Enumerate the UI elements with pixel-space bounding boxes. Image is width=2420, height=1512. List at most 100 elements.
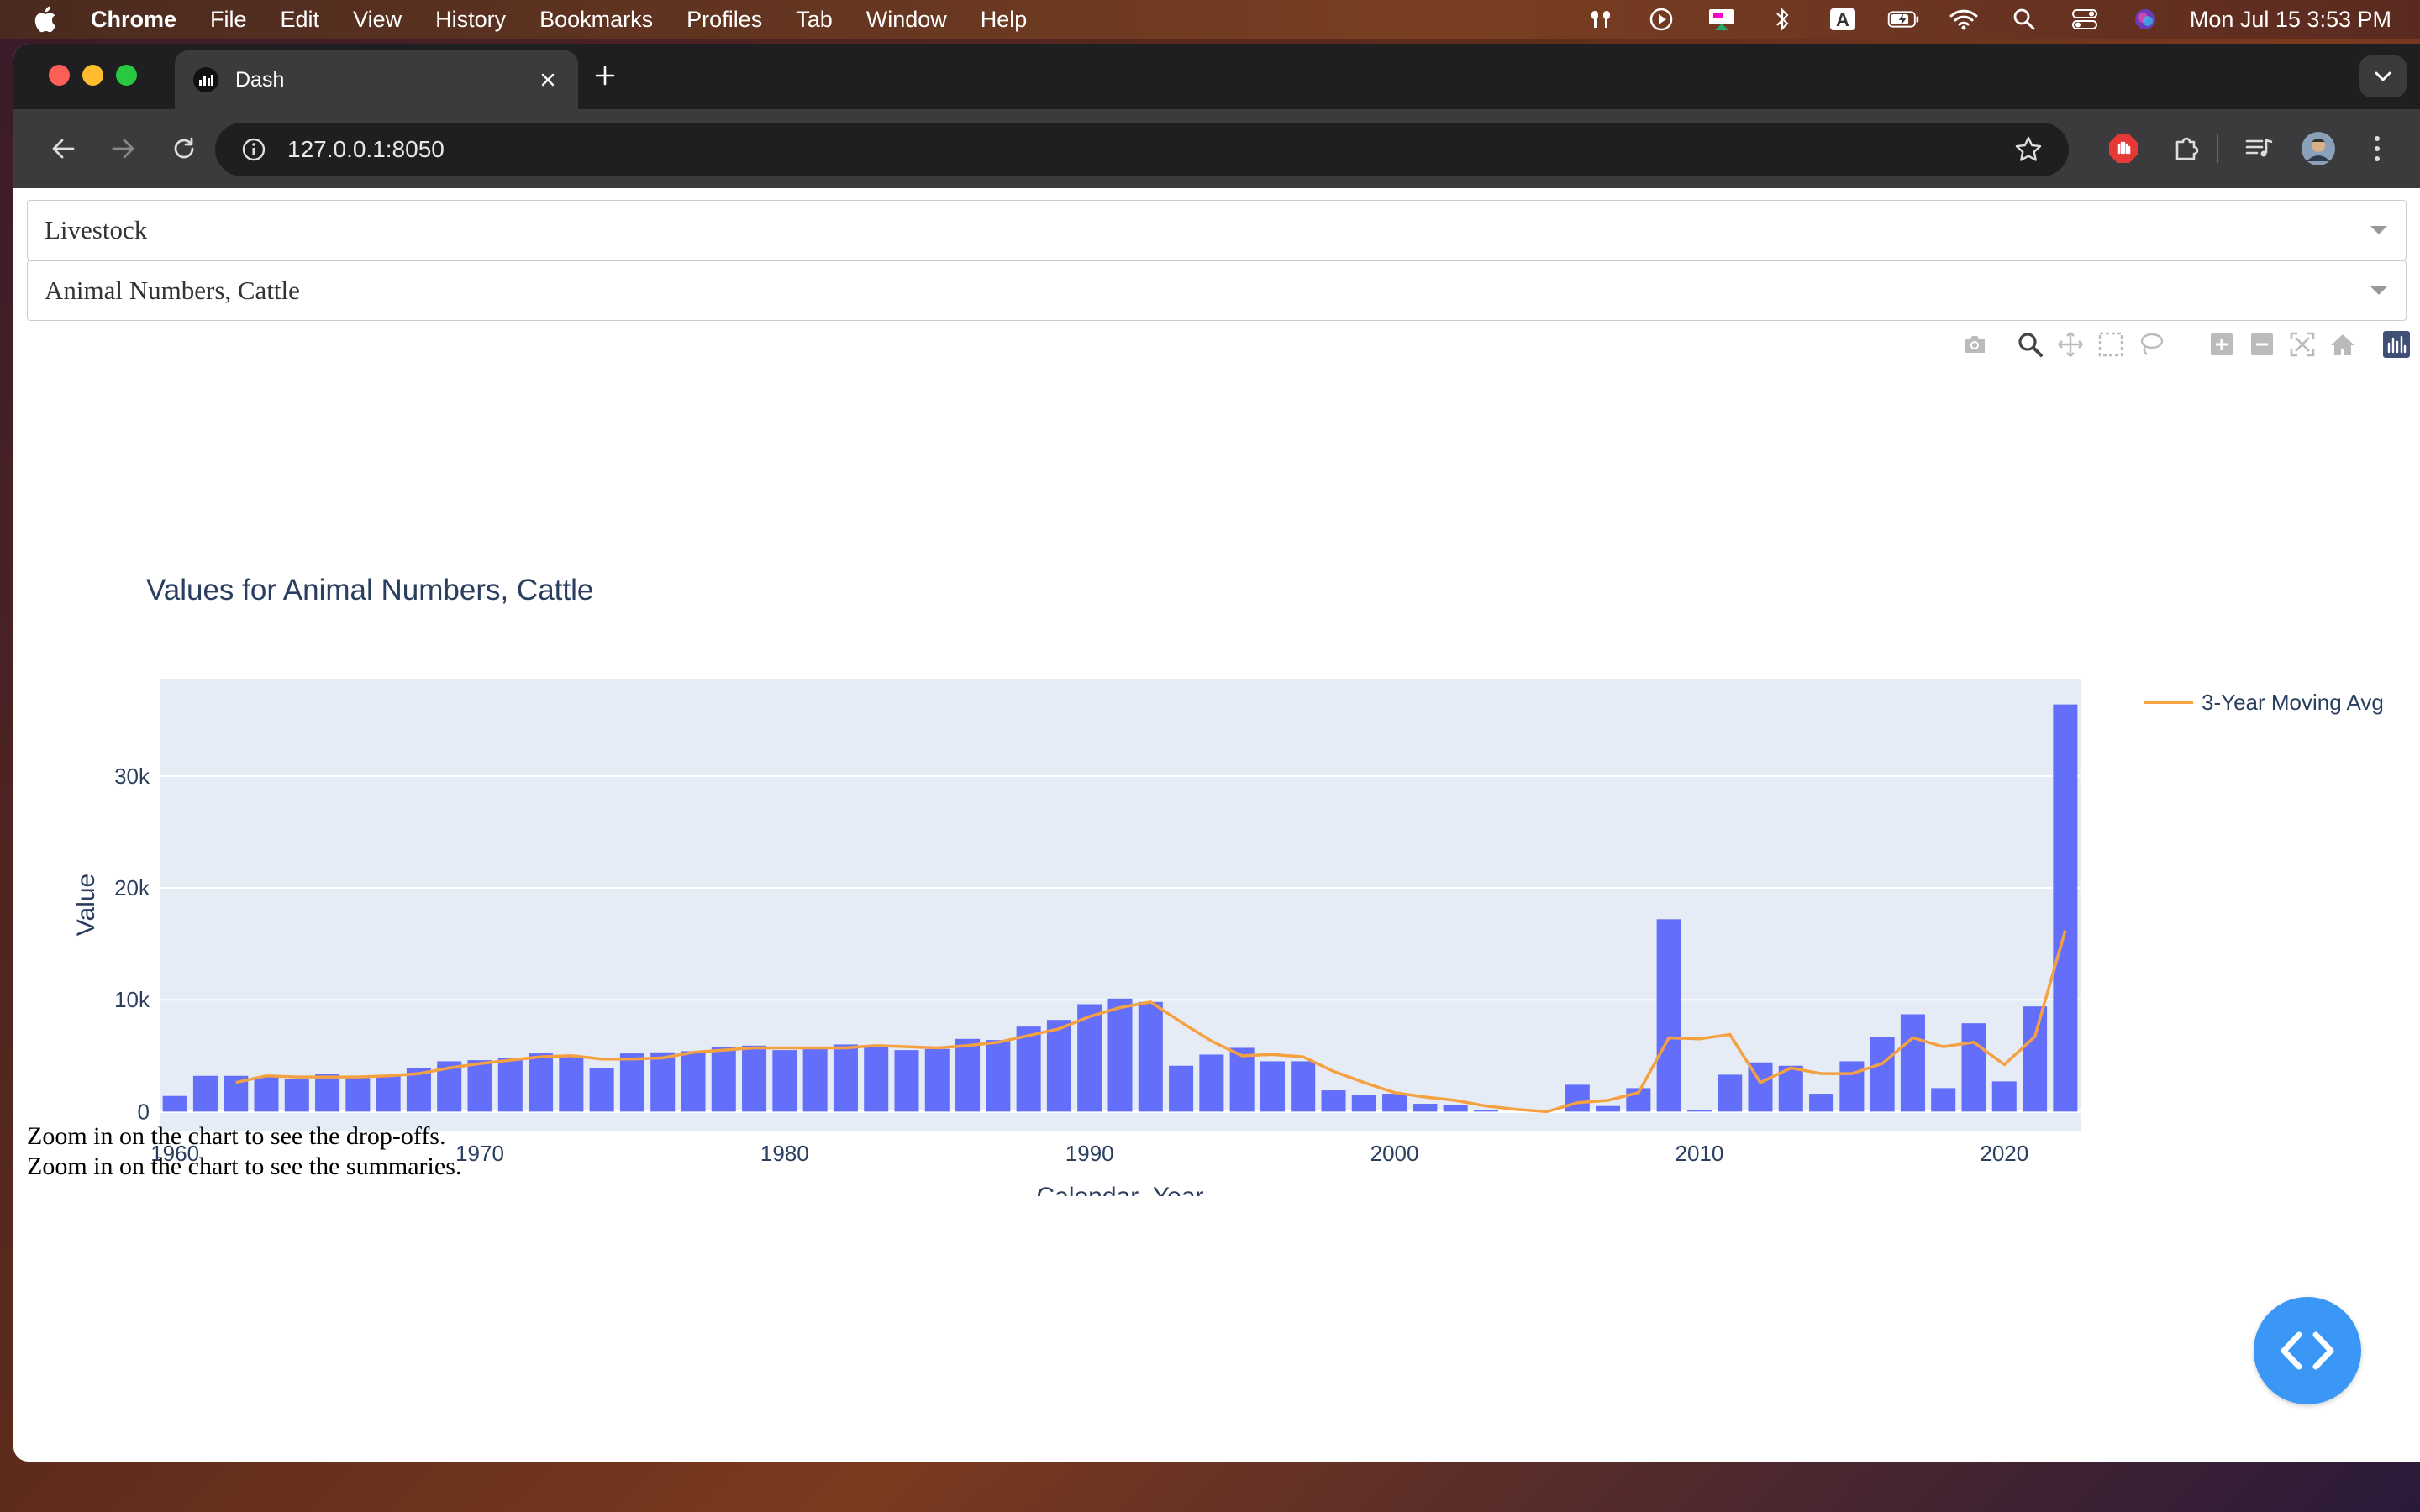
plotly-logo-icon[interactable]: [2381, 329, 2412, 360]
zoom-icon[interactable]: [2015, 329, 2045, 360]
bar-2021[interactable]: [2023, 1006, 2048, 1112]
bar-1960[interactable]: [162, 1095, 187, 1112]
bar-1966[interactable]: [345, 1078, 371, 1112]
reload-icon[interactable]: [163, 128, 205, 170]
tab-search-chevron-down-icon[interactable]: [2360, 55, 2407, 97]
bar-1999[interactable]: [1351, 1095, 1376, 1112]
bookmark-star-icon[interactable]: [2010, 131, 2047, 168]
tab-dash[interactable]: Dash: [175, 50, 578, 109]
bar-1981[interactable]: [802, 1047, 828, 1112]
bar-1984[interactable]: [894, 1050, 919, 1112]
bar-1961[interactable]: [192, 1075, 218, 1112]
bar-1989[interactable]: [1046, 1020, 1071, 1112]
bar-2002[interactable]: [1443, 1105, 1468, 1112]
bar-1995[interactable]: [1229, 1047, 1255, 1112]
zoom-in-icon[interactable]: [2207, 329, 2237, 360]
bar-2018[interactable]: [1931, 1088, 1956, 1112]
bar-1994[interactable]: [1199, 1054, 1224, 1112]
screen-mirror-icon[interactable]: [1706, 7, 1738, 32]
bar-2020[interactable]: [1991, 1081, 2017, 1112]
menu-window[interactable]: Window: [866, 7, 947, 33]
url-text[interactable]: 127.0.0.1:8050: [287, 136, 2010, 163]
new-tab-icon[interactable]: [587, 57, 623, 94]
menu-tab[interactable]: Tab: [796, 7, 833, 33]
menu-help[interactable]: Help: [981, 7, 1028, 33]
bar-2014[interactable]: [1809, 1094, 1834, 1112]
bar-2017[interactable]: [1900, 1014, 1925, 1112]
bar-1970[interactable]: [467, 1060, 492, 1112]
bar-2010[interactable]: [1686, 1110, 1712, 1112]
bar-1965[interactable]: [315, 1074, 340, 1112]
bar-1977[interactable]: [681, 1051, 706, 1112]
menubar-clock[interactable]: Mon Jul 15 3:53 PM: [2190, 7, 2391, 33]
pan-icon[interactable]: [2055, 329, 2086, 360]
close-tab-icon[interactable]: [531, 63, 565, 97]
apple-icon[interactable]: [32, 5, 60, 34]
menu-view[interactable]: View: [353, 7, 402, 33]
bar-2022[interactable]: [2053, 704, 2078, 1112]
bar-1975[interactable]: [619, 1053, 644, 1112]
bar-1997[interactable]: [1291, 1061, 1316, 1112]
autoscale-icon[interactable]: [2287, 329, 2317, 360]
box-select-icon[interactable]: [2096, 329, 2126, 360]
zoom-out-icon[interactable]: [2247, 329, 2277, 360]
adblock-extension-icon[interactable]: [2104, 129, 2143, 168]
fullscreen-window-button[interactable]: [116, 65, 137, 86]
control-center-icon[interactable]: [2069, 7, 2101, 32]
minimize-window-button[interactable]: [82, 65, 103, 86]
bar-1976[interactable]: [650, 1052, 676, 1112]
profile-avatar[interactable]: [2299, 129, 2338, 168]
bar-1972[interactable]: [529, 1053, 554, 1112]
bar-1991[interactable]: [1107, 998, 1133, 1112]
bar-2019[interactable]: [1961, 1023, 1986, 1112]
bar-2015[interactable]: [1839, 1061, 1865, 1112]
dropdown-arrow-icon[interactable]: [2370, 286, 2387, 295]
play-icon[interactable]: [1645, 7, 1677, 32]
menu-profiles[interactable]: Profiles: [687, 7, 762, 33]
bar-1996[interactable]: [1260, 1061, 1285, 1112]
bar-1978[interactable]: [711, 1047, 736, 1112]
bar-1979[interactable]: [742, 1045, 767, 1112]
chart-legend[interactable]: 3-Year Moving Avg: [2144, 690, 2384, 715]
bar-1974[interactable]: [589, 1068, 614, 1112]
bar-1982[interactable]: [833, 1044, 858, 1112]
input-source-icon[interactable]: A: [1827, 7, 1859, 32]
close-window-button[interactable]: [49, 65, 70, 86]
bluetooth-icon[interactable]: [1766, 7, 1798, 32]
bar-1964[interactable]: [284, 1079, 309, 1112]
lasso-select-icon[interactable]: [2136, 329, 2166, 360]
bar-1967[interactable]: [376, 1075, 401, 1112]
bar-2003[interactable]: [1473, 1110, 1498, 1112]
menu-app-name[interactable]: Chrome: [91, 7, 176, 33]
bar-1987[interactable]: [986, 1040, 1011, 1112]
extensions-puzzle-icon[interactable]: [2166, 129, 2205, 168]
item-dropdown[interactable]: Animal Numbers, Cattle: [27, 260, 2407, 321]
bar-2016[interactable]: [1870, 1037, 1895, 1112]
media-controls-icon[interactable]: [2240, 129, 2279, 168]
dropdown-arrow-icon[interactable]: [2370, 226, 2387, 234]
bar-2000[interactable]: [1382, 1094, 1407, 1112]
battery-icon[interactable]: [1887, 7, 1919, 32]
bar-1971[interactable]: [497, 1058, 523, 1112]
bar-1973[interactable]: [559, 1057, 584, 1112]
site-info-icon[interactable]: [239, 134, 269, 165]
menu-file[interactable]: File: [210, 7, 247, 33]
bar-1988[interactable]: [1016, 1026, 1041, 1112]
legend-item-moving-avg[interactable]: 3-Year Moving Avg: [2202, 690, 2384, 715]
bar-1998[interactable]: [1321, 1090, 1346, 1112]
back-arrow-icon[interactable]: [42, 128, 84, 170]
category-dropdown[interactable]: Livestock: [27, 200, 2407, 260]
bar-1983[interactable]: [864, 1045, 889, 1112]
search-icon[interactable]: [2008, 7, 2040, 32]
address-bar[interactable]: 127.0.0.1:8050: [215, 123, 2069, 176]
bar-2009[interactable]: [1656, 919, 1681, 1112]
bar-2006[interactable]: [1565, 1084, 1590, 1112]
airpods-icon[interactable]: [1585, 7, 1617, 32]
bar-1993[interactable]: [1169, 1065, 1194, 1112]
bar-1980[interactable]: [772, 1050, 797, 1112]
menu-edit[interactable]: Edit: [281, 7, 320, 33]
menu-bookmarks[interactable]: Bookmarks: [539, 7, 653, 33]
cattle-values-chart[interactable]: Values for Animal Numbers, Cattle 0 10k 20…: [13, 356, 2420, 1196]
bar-2007[interactable]: [1596, 1105, 1621, 1112]
menu-history[interactable]: History: [435, 7, 506, 33]
